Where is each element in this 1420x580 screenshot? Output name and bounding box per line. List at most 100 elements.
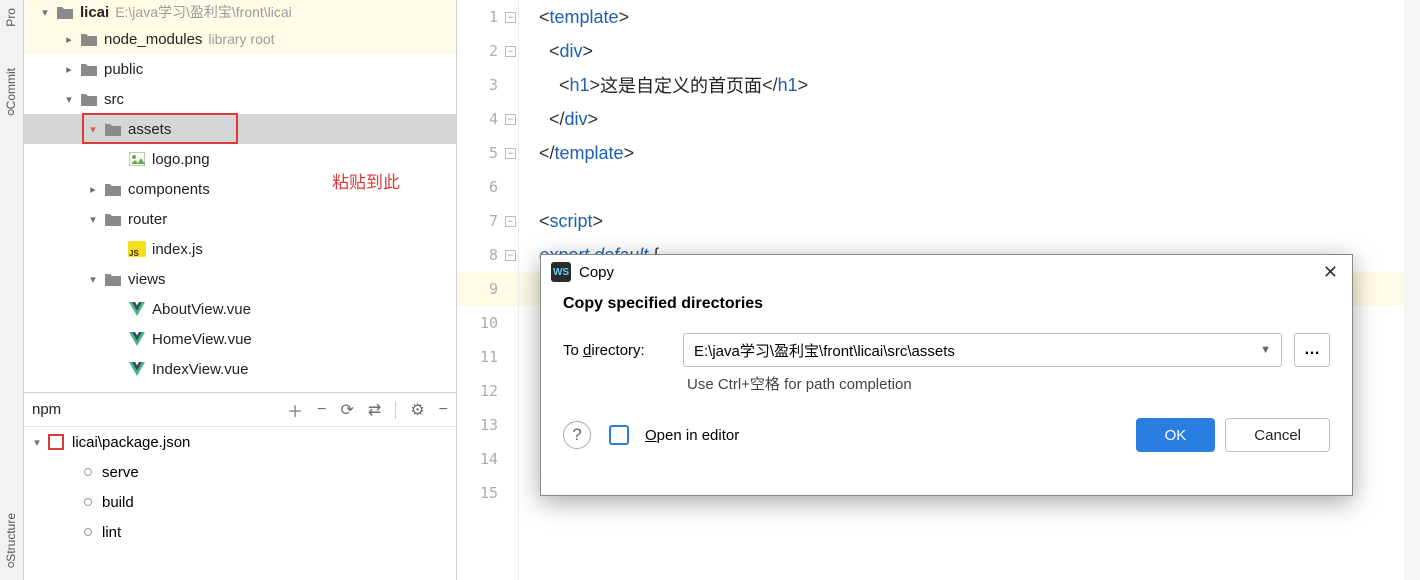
side-tabs: Pro Commit Structure (0, 0, 24, 580)
tree-home-view[interactable]: · HomeView.vue (24, 324, 456, 354)
annotation-text: 粘贴到此 (332, 168, 400, 193)
tree-assets[interactable]: ▾ assets (24, 114, 456, 144)
to-directory-label: To directory: (563, 342, 671, 359)
tab-project[interactable]: Pro (0, 0, 22, 35)
gutter-line: 5− (457, 136, 518, 170)
chevron-right-icon[interactable]: ▸ (62, 32, 76, 46)
bullet-icon (84, 528, 92, 536)
dialog-titlebar[interactable]: WS Copy ✕ (541, 255, 1352, 289)
tree-item-tag: library root (208, 31, 274, 47)
tree-item-label: components (128, 181, 210, 198)
fold-open-icon[interactable]: − (505, 250, 516, 261)
fold-open-icon[interactable]: − (505, 216, 516, 227)
tree-index-view[interactable]: · IndexView.vue (24, 354, 456, 384)
code-line[interactable]: <h1>这是自定义的首页面</h1> (519, 68, 1420, 102)
npm-script-label: serve (102, 464, 139, 481)
dialog-heading: Copy specified directories (563, 295, 1330, 313)
directory-input[interactable]: E:\java学习\盈利宝\front\licai\src\assets ▼ (683, 333, 1282, 367)
gutter-line: 13 (457, 408, 518, 442)
folder-icon (80, 31, 98, 47)
refresh-icon[interactable]: ⟳ (341, 400, 354, 420)
tree-root-label: licai (80, 4, 109, 21)
tree-item-label: node_modules (104, 31, 202, 48)
gutter-line: 9 (457, 272, 518, 306)
stop-icon[interactable]: ⇄ (368, 400, 381, 420)
code-line[interactable] (519, 170, 1420, 204)
tree-about-view[interactable]: · AboutView.vue (24, 294, 456, 324)
scrollbar[interactable] (1404, 0, 1420, 580)
chevron-down-icon[interactable]: ▾ (86, 122, 100, 136)
gear-icon[interactable]: ⚙ (410, 400, 424, 420)
npm-script-lint[interactable]: lint (24, 517, 456, 547)
path-hint: Use Ctrl+空格 for path completion (687, 373, 1330, 394)
code-line[interactable]: <template> (519, 0, 1420, 34)
code-line[interactable]: <script> (519, 204, 1420, 238)
directory-value: E:\java学习\盈利宝\front\licai\src\assets (694, 340, 955, 361)
chevron-down-icon[interactable]: ▾ (62, 92, 76, 106)
code-line[interactable]: </div> (519, 102, 1420, 136)
fold-close-icon[interactable]: − (505, 148, 516, 159)
js-icon (128, 241, 146, 257)
fold-open-icon[interactable]: − (505, 46, 516, 57)
gutter-line: 3 (457, 68, 518, 102)
code-line[interactable]: <div> (519, 34, 1420, 68)
gutter-line: 8− (457, 238, 518, 272)
bullet-icon (84, 498, 92, 506)
add-icon[interactable]: ＋ (287, 398, 303, 422)
tree-router[interactable]: ▾ router (24, 204, 456, 234)
npm-script-build[interactable]: build (24, 487, 456, 517)
cancel-button[interactable]: Cancel (1225, 418, 1330, 452)
project-tree: ▾ licai E:\java学习\盈利宝\front\licai ▸ node… (24, 0, 456, 392)
tab-structure[interactable]: Structure (0, 505, 22, 580)
bullet-icon (84, 468, 92, 476)
tree-root-path: E:\java学习\盈利宝\front\licai (115, 2, 292, 22)
dropdown-icon[interactable]: ▼ (1260, 344, 1271, 356)
tree-item-label: index.js (152, 241, 203, 258)
ok-button[interactable]: OK (1136, 418, 1216, 452)
browse-button[interactable]: … (1294, 333, 1330, 367)
npm-package[interactable]: ▾ licai\package.json (24, 427, 456, 457)
tree-item-label: logo.png (152, 151, 210, 168)
fold-close-icon[interactable]: − (505, 114, 516, 125)
chevron-down-icon[interactable]: ▾ (86, 272, 100, 286)
npm-script-label: lint (102, 524, 121, 541)
chevron-down-icon[interactable]: ▾ (30, 435, 44, 449)
vue-icon (128, 331, 146, 347)
tree-index-js[interactable]: · index.js (24, 234, 456, 264)
tree-public[interactable]: ▸ public (24, 54, 456, 84)
chevron-down-icon[interactable]: ▾ (38, 5, 52, 19)
minimize-icon[interactable]: − (439, 401, 448, 419)
tree-src[interactable]: ▾ src (24, 84, 456, 114)
tree-views[interactable]: ▾ views (24, 264, 456, 294)
fold-open-icon[interactable]: − (505, 12, 516, 23)
tree-item-label: HomeView.vue (152, 331, 252, 348)
tree-root[interactable]: ▾ licai E:\java学习\盈利宝\front\licai (24, 0, 456, 24)
tab-commit[interactable]: Commit (0, 60, 22, 127)
app-icon: WS (551, 262, 571, 282)
gutter: 1−2−34−5−67−8−9101112131415 (457, 0, 519, 580)
gutter-line: 11 (457, 340, 518, 374)
tree-node-modules[interactable]: ▸ node_modules library root (24, 24, 456, 54)
npm-script-label: build (102, 494, 134, 511)
chevron-right-icon[interactable]: ▸ (62, 62, 76, 76)
image-icon (128, 151, 146, 167)
chevron-down-icon[interactable]: ▾ (86, 212, 100, 226)
help-button[interactable]: ? (563, 421, 591, 449)
open-in-editor-checkbox[interactable] (609, 425, 629, 445)
folder-icon (104, 121, 122, 137)
gutter-line: 14 (457, 442, 518, 476)
chevron-right-icon[interactable]: ▸ (86, 182, 100, 196)
tree-item-label: router (128, 211, 167, 228)
code-line[interactable]: </template> (519, 136, 1420, 170)
remove-icon[interactable]: − (317, 401, 326, 419)
close-icon[interactable]: ✕ (1319, 262, 1342, 283)
folder-icon (80, 61, 98, 77)
tree-item-label: views (128, 271, 166, 288)
npm-title: npm (32, 401, 287, 418)
folder-icon (104, 271, 122, 287)
npm-panel: npm ＋ − ⟳ ⇄ ⚙ − ▾ licai\package.json ser… (24, 392, 456, 547)
vue-icon (128, 301, 146, 317)
npm-script-serve[interactable]: serve (24, 457, 456, 487)
separator (395, 401, 396, 419)
tree-item-label: src (104, 91, 124, 108)
